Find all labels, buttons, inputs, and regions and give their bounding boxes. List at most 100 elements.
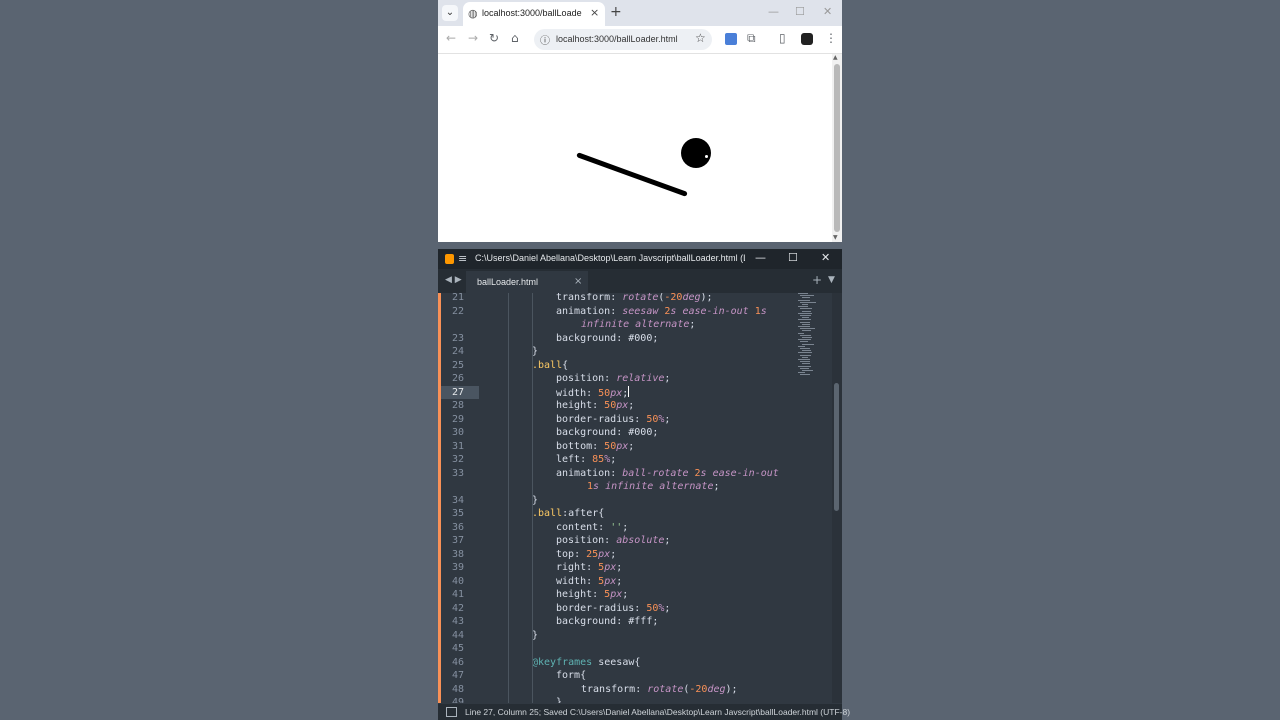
code-line[interactable]: 26 position: relative; — [438, 372, 794, 386]
code-area[interactable]: 21 transform: rotate(-20deg); 22 animation:… — [438, 293, 794, 703]
code-line[interactable]: 32 left: 85%; — [438, 453, 794, 467]
code-text: right: 5px; — [556, 561, 622, 575]
close-tab-icon[interactable]: × — [574, 276, 582, 287]
reload-icon[interactable]: ↻ — [489, 31, 499, 45]
address-url[interactable]: localhost:3000/ballLoader.html — [556, 34, 678, 44]
editor-window: ≡ C:\Users\Daniel Abellana\Desktop\Learn… — [438, 249, 850, 720]
page-scrollbar-thumb[interactable] — [834, 64, 840, 232]
line-number: 31 — [451, 440, 464, 452]
line-number: 28 — [451, 400, 464, 411]
side-panel-icon[interactable]: ▯ — [779, 31, 786, 45]
code-line[interactable]: 33 animation: ball-rotate 2s ease-in-out — [438, 467, 794, 481]
line-number: 41 — [451, 589, 464, 600]
code-line[interactable]: 30 background: #000; — [438, 426, 794, 440]
code-line[interactable]: 27 width: 50px; — [438, 385, 794, 400]
code-line[interactable]: 34} — [438, 494, 794, 508]
editor-close-button[interactable]: ✕ — [821, 251, 830, 264]
tab-nav-arrows-icon[interactable]: ◀ ▶ — [445, 275, 462, 285]
code-token: content — [556, 521, 599, 533]
minimap-line — [800, 354, 811, 356]
code-token: 85 — [592, 454, 605, 465]
code-text: border-radius: 50%; — [556, 602, 670, 616]
editor-tab-label: ballLoader.html — [477, 277, 539, 287]
address-bar[interactable]: ⓘ localhost:3000/ballLoader.html ☆ — [534, 29, 712, 50]
back-icon[interactable]: ← — [446, 31, 456, 45]
code-line[interactable]: 46 @keyframes seesaw{ — [438, 656, 794, 670]
minimap-line — [798, 306, 808, 308]
minimap-line — [800, 315, 811, 316]
editor-scrollbar[interactable] — [832, 293, 842, 703]
code-line[interactable]: 37 position: absolute; — [438, 534, 794, 548]
tab-list-dropdown-icon[interactable]: ▼ — [828, 275, 835, 285]
code-line[interactable]: 45 — [438, 642, 794, 656]
code-line[interactable]: 39 right: 5px; — [438, 561, 794, 575]
tab-search-button[interactable]: ⌄ — [442, 5, 458, 21]
seesaw-bar — [576, 152, 688, 197]
minimap-line — [800, 374, 810, 376]
code-line[interactable]: 36 content: ''; — [438, 521, 794, 535]
more-menu-icon[interactable]: ⋮ — [825, 31, 837, 45]
code-line[interactable]: 49} — [438, 696, 794, 703]
code-line[interactable]: 22 animation: seesaw 2s ease-in-out 1s — [438, 305, 794, 319]
forward-icon[interactable]: → — [468, 31, 478, 45]
browser-maximize-button[interactable]: ☐ — [795, 5, 805, 18]
code-token: ); — [700, 293, 713, 303]
hamburger-menu-icon[interactable]: ≡ — [458, 252, 467, 265]
code-line[interactable]: 40 width: 5px; — [438, 575, 794, 589]
scroll-down-arrow-icon[interactable]: ▼ — [833, 234, 838, 241]
browser-minimize-button[interactable]: — — [768, 5, 779, 18]
browser-toolbar: ← → ↻ ⌂ ⓘ localhost:3000/ballLoader.html… — [438, 26, 842, 54]
sublime-logo-icon — [445, 254, 454, 264]
minimap-line — [798, 312, 812, 314]
site-info-icon[interactable]: ⓘ — [540, 32, 550, 47]
code-token: #000 — [628, 427, 653, 438]
panel-toggle-icon[interactable] — [446, 707, 457, 717]
editor-scrollbar-thumb[interactable] — [834, 383, 839, 511]
profile-avatar[interactable] — [801, 33, 813, 45]
home-icon[interactable]: ⌂ — [511, 31, 519, 45]
code-text: top: 25px; — [556, 548, 616, 562]
extensions-puzzle-icon[interactable]: ⧉ — [747, 31, 756, 46]
editor-tab[interactable]: ballLoader.html × — [466, 271, 588, 293]
code-line[interactable]: 44} — [438, 629, 794, 643]
editor-maximize-button[interactable]: ☐ — [788, 251, 798, 264]
code-line[interactable]: 25 .ball{ — [438, 359, 794, 373]
code-line[interactable]: 42 border-radius: 50%; — [438, 602, 794, 616]
new-tab-button[interactable]: + — [610, 4, 622, 20]
code-line[interactable]: 1s infinite alternate; — [438, 480, 794, 494]
code-line[interactable]: 23 background: #000; — [438, 332, 794, 346]
code-line[interactable]: 21 transform: rotate(-20deg); — [438, 293, 794, 305]
extension-icon[interactable] — [725, 33, 737, 45]
code-token: animation — [556, 305, 611, 317]
page-scrollbar[interactable]: ▲ ▼ — [832, 54, 842, 242]
code-token: : — [598, 521, 611, 533]
minimap[interactable] — [794, 293, 832, 703]
code-line[interactable]: 48 transform: rotate(-20deg); — [438, 683, 794, 697]
code-token: : — [592, 400, 605, 411]
code-line[interactable]: 47 form{ — [438, 669, 794, 683]
code-line[interactable]: 31 bottom: 50px; — [438, 440, 794, 454]
editor-minimize-button[interactable]: — — [755, 251, 766, 264]
code-line[interactable]: 28 height: 50px; — [438, 399, 794, 413]
browser-close-button[interactable]: ✕ — [823, 5, 832, 18]
minimap-line — [802, 323, 810, 325]
code-line[interactable]: 38 top: 25px; — [438, 548, 794, 562]
code-token: : — [610, 467, 623, 479]
code-line[interactable]: 35 .ball:after{ — [438, 507, 794, 521]
status-bar: Line 27, Column 25; Saved C:\Users\Danie… — [438, 704, 850, 720]
browser-tab[interactable]: ◍ localhost:3000/ballLoader.html × — [463, 2, 605, 26]
code-token: transform — [581, 683, 636, 695]
code-line[interactable]: 24} — [438, 345, 794, 359]
code-token: :after{ — [562, 508, 605, 519]
code-line[interactable]: 43 background: #fff; — [438, 615, 794, 629]
new-file-icon[interactable]: + — [812, 273, 822, 287]
code-line[interactable]: 41 height: 5px; — [438, 588, 794, 602]
line-number: 42 — [451, 602, 464, 614]
code-token: : — [616, 427, 629, 438]
bookmark-star-icon[interactable]: ☆ — [695, 31, 706, 45]
code-line[interactable]: 29 border-radius: 50%; — [438, 413, 794, 427]
line-number: 44 — [451, 629, 464, 641]
scroll-up-arrow-icon[interactable]: ▲ — [833, 54, 838, 61]
code-line[interactable]: infinite alternate; — [438, 318, 794, 332]
close-tab-icon[interactable]: × — [590, 6, 599, 19]
